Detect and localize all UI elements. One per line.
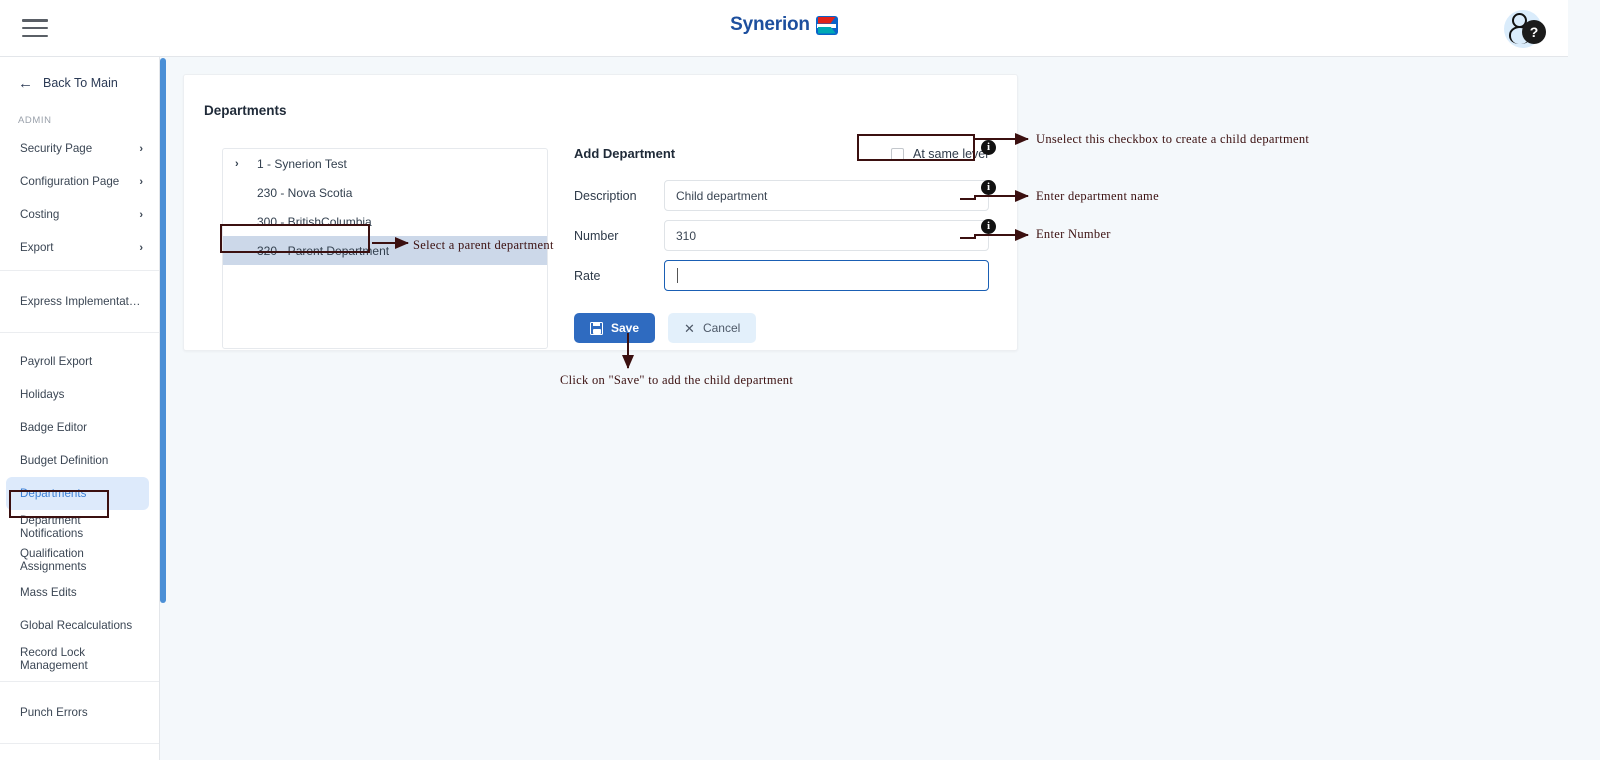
sidebar-item-budget-definition[interactable]: Budget Definition: [0, 444, 159, 477]
sidebar-item-record-lock-management[interactable]: Record Lock Management: [0, 642, 159, 675]
sidebar-item-mass-edits[interactable]: Mass Edits: [0, 576, 159, 609]
at-same-level-label: At same level: [913, 147, 989, 161]
floppy-disk-icon: [590, 321, 603, 335]
sidebar-item-export[interactable]: Export ›: [0, 231, 159, 264]
chevron-right-icon: ›: [139, 208, 143, 221]
tree-row-label: 1 - Synerion Test: [257, 156, 347, 171]
sidebar-group-errors: Punch Errors: [0, 682, 159, 744]
departments-card: Departments › 1 - Synerion Test 230 - No…: [183, 74, 1018, 351]
top-bar: Synerion ?: [0, 0, 1568, 57]
hamburger-icon[interactable]: [22, 17, 48, 39]
app-root: Synerion ? ← Back To Main ADMIN Security…: [0, 0, 1600, 760]
text-caret: [677, 268, 678, 283]
save-button[interactable]: Save: [574, 313, 656, 343]
cancel-button[interactable]: ✕ Cancel: [668, 313, 757, 343]
save-button-label: Save: [611, 321, 640, 335]
tree-row-selected[interactable]: 320 - Parent Department: [223, 236, 547, 265]
sidebar-item-badge-editor[interactable]: Badge Editor: [0, 411, 159, 444]
brand-name: Synerion: [730, 14, 810, 35]
number-row: Number 310: [574, 220, 989, 251]
sidebar-item-department-notifications[interactable]: Department Notifications: [0, 510, 159, 543]
arrow-left-icon: ←: [18, 74, 33, 92]
cancel-button-label: Cancel: [702, 321, 741, 335]
sidebar-item-costing[interactable]: Costing ›: [0, 198, 159, 231]
chevron-right-icon[interactable]: ›: [235, 158, 239, 170]
back-to-main-button[interactable]: ← Back To Main: [0, 57, 159, 109]
sidebar-item-punch-errors[interactable]: Punch Errors: [0, 696, 159, 729]
sidebar-section-label: ADMIN: [18, 115, 52, 126]
sidebar-item-configuration-page[interactable]: Configuration Page ›: [0, 165, 159, 198]
sidebar-group-express: Express Implementation P...: [0, 271, 159, 333]
synerion-logo-mark: [815, 15, 838, 35]
sidebar-group-tools: Payroll Export Holidays Badge Editor Bud…: [0, 333, 159, 682]
form-title: Add Department: [574, 146, 676, 161]
sidebar-item-security-page[interactable]: Security Page ›: [0, 132, 159, 165]
chevron-right-icon: ›: [139, 175, 143, 188]
sidebar-item-global-recalculations[interactable]: Global Recalculations: [0, 609, 159, 642]
tree-row[interactable]: 300 - BritishColumbia: [223, 207, 547, 236]
rate-row: Rate: [574, 260, 989, 291]
number-input[interactable]: 310: [664, 220, 989, 251]
close-x-icon: ✕: [684, 320, 695, 336]
sidebar-item-holidays[interactable]: Holidays: [0, 378, 159, 411]
sidebar-item-qualification-assignments[interactable]: Qualification Assignments: [0, 543, 159, 576]
rate-input[interactable]: [664, 260, 989, 291]
back-to-main-label: Back To Main: [43, 76, 118, 90]
description-label: Description: [574, 188, 637, 203]
sidebar-item-departments[interactable]: Departments: [6, 477, 149, 510]
at-same-level-checkbox-row[interactable]: At same level: [883, 141, 996, 167]
app-logo: Synerion: [0, 14, 1568, 36]
sidebar-group-admin: Security Page › Configuration Page › Cos…: [0, 132, 159, 271]
description-row: Description Child department: [574, 180, 989, 211]
chevron-right-icon: ›: [139, 142, 143, 155]
number-label: Number: [574, 228, 619, 243]
at-same-level-checkbox[interactable]: [891, 147, 904, 161]
rate-label: Rate: [574, 268, 601, 283]
tree-row-label: 230 - Nova Scotia: [257, 185, 353, 200]
avatar[interactable]: ?: [1500, 6, 1546, 52]
sidebar-item-payroll-export[interactable]: Payroll Export: [0, 345, 159, 378]
chevron-right-icon: ›: [139, 241, 143, 254]
description-input[interactable]: Child department: [664, 180, 989, 211]
sidebar-item-label: Security Page: [20, 142, 93, 155]
sidebar-item-express-implementation[interactable]: Express Implementation P...: [0, 285, 159, 318]
tree-row[interactable]: 230 - Nova Scotia: [223, 178, 547, 207]
question-mark-icon[interactable]: ?: [1522, 20, 1546, 44]
page-title: Departments: [204, 103, 287, 118]
form-actions: Save ✕ Cancel: [574, 313, 757, 343]
main-content: Departments › 1 - Synerion Test 230 - No…: [166, 57, 1600, 760]
tree-row[interactable]: › 1 - Synerion Test: [223, 149, 547, 178]
sidebar-item-label: Configuration Page: [20, 175, 120, 188]
department-tree: › 1 - Synerion Test 230 - Nova Scotia 30…: [222, 148, 548, 349]
sidebar-item-label: Costing: [20, 208, 60, 221]
tree-row-label: 300 - BritishColumbia: [257, 214, 372, 229]
sidebar: ← Back To Main ADMIN Security Page › Con…: [0, 57, 160, 760]
tree-row-label: 320 - Parent Department: [257, 243, 390, 258]
sidebar-item-label: Export: [20, 241, 54, 254]
